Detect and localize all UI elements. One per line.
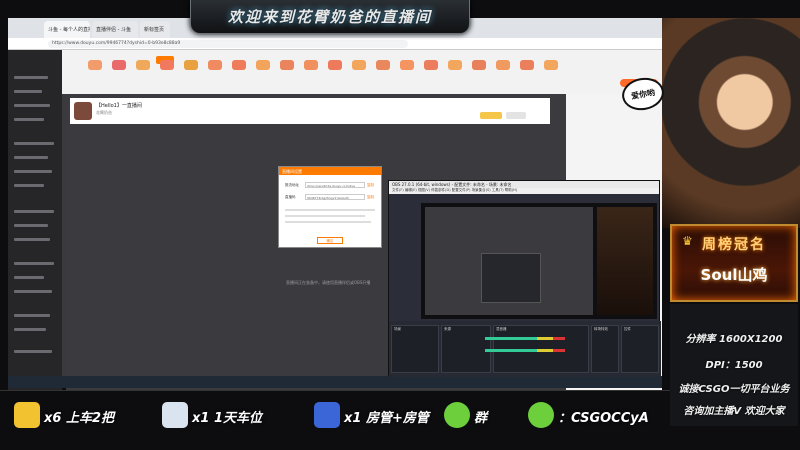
nav-icon[interactable] <box>328 60 342 70</box>
obs-menu[interactable]: 文件(F) 编辑(E) 视图(V) 停靠部件(D) 配置文件(P) 场景集合(S… <box>389 188 659 194</box>
stream-address-field[interactable]: rtmp://sendtc3a.douyu.com/live <box>305 182 365 188</box>
nav-icon[interactable] <box>232 60 246 70</box>
stream-address-label: 推流地址 <box>285 183 299 187</box>
nav-icon[interactable] <box>400 60 414 70</box>
site-navigation <box>8 50 662 94</box>
nav-icon[interactable] <box>304 60 318 70</box>
nav-icon[interactable] <box>544 60 558 70</box>
ticket-icon <box>14 402 40 428</box>
streamer-info: 分辨率 1600X1200 DPI：1500 诚接CSGO一切平台业务 咨询加主… <box>670 304 798 426</box>
copy-address-button[interactable]: 复制 <box>367 183 374 188</box>
room-header: 【Hello1】一直播间 花臂奶爸 <box>70 98 550 124</box>
reward-text: x1 房管+房管 <box>344 411 429 426</box>
room-action-button[interactable] <box>480 112 502 119</box>
weekly-sponsor-panel: ♛ 周榜冠名 Soul山鸡 <box>670 224 798 302</box>
windows-taskbar <box>8 376 662 388</box>
room-avatar[interactable] <box>74 102 92 120</box>
preview-avatar <box>597 207 653 315</box>
preview-obs-window <box>481 253 541 303</box>
bubble-text: 爱你哟 <box>630 87 656 102</box>
nav-icon[interactable] <box>520 60 534 70</box>
room-title: 【Hello1】一直播间 <box>96 103 142 109</box>
stream-code-label: 直播码 <box>285 195 296 199</box>
dpi-text: DPI：1500 <box>705 360 763 371</box>
browser-tab[interactable]: 斗鱼 - 每个人的直播平台 <box>44 21 90 38</box>
welcome-banner: 欢迎来到花臂奶爸的直播间 <box>190 0 470 34</box>
left-sidebar <box>8 50 62 390</box>
obs-preview <box>421 203 657 319</box>
reward-text: 群 <box>474 411 488 426</box>
nav-icon[interactable] <box>136 60 150 70</box>
nav-icon[interactable] <box>496 60 510 70</box>
nav-icon[interactable] <box>376 60 390 70</box>
room-subtitle: 花臂奶爸 <box>96 110 112 115</box>
contact-text: 咨询加主播V 欢迎大家 <box>683 406 785 417</box>
nav-icon[interactable] <box>160 60 174 70</box>
wechat-icon <box>444 402 470 428</box>
stream-overlay: 斗鱼 - 每个人的直播平台 直播伴侣 - 斗鱼 新标签页 https://www… <box>0 0 800 450</box>
address-bar: https://www.douyu.com/9946774?dyshid=0-b… <box>8 38 662 50</box>
audio-meter <box>485 349 565 352</box>
url-input[interactable]: https://www.douyu.com/9946774?dyshid=0-b… <box>48 40 408 48</box>
dialog-title: 直播间设置 <box>279 167 381 175</box>
nav-icon[interactable] <box>424 60 438 70</box>
nav-icon[interactable] <box>112 60 126 70</box>
stream-settings-dialog: 直播间设置 推流地址 rtmp://sendtc3a.douyu.com/liv… <box>278 166 382 248</box>
rocket-plane-icon <box>162 402 188 428</box>
sources-dock[interactable]: 来源 <box>441 325 491 373</box>
browser-tab[interactable]: 新标签页 <box>140 21 170 38</box>
reward-text: x1 1天车位 <box>192 411 263 426</box>
controls-dock[interactable]: 控件 <box>621 325 659 373</box>
nav-icon[interactable] <box>184 60 198 70</box>
nav-icon[interactable] <box>208 60 222 70</box>
wechat-icon <box>528 402 554 428</box>
obs-title: OBS 27.0.1 (64-bit, windows) - 配置文件: 未命名… <box>389 181 659 188</box>
nav-icon[interactable] <box>448 60 462 70</box>
banner-title: 欢迎来到花臂奶爸的直播间 <box>227 8 432 26</box>
business-text: 诚接CSGO一切平台业务 <box>678 384 790 395</box>
audio-meter <box>485 337 565 340</box>
reward-text: x6 上车2把 <box>44 411 115 426</box>
room-action-button[interactable] <box>506 112 526 119</box>
stream-code-field[interactable]: 9946774rkgzfmgv1?wsAuth <box>305 194 365 200</box>
wechat-id-text: ：CSGOCCyA <box>558 411 649 426</box>
scenes-dock[interactable]: 场景 <box>391 325 439 373</box>
sponsor-name: Soul山鸡 <box>700 266 768 284</box>
copy-code-button[interactable]: 复制 <box>367 195 374 200</box>
nav-icon[interactable] <box>88 60 102 70</box>
resolution-text: 分辨率 1600X1200 <box>685 334 783 345</box>
nav-icon[interactable] <box>472 60 486 70</box>
confirm-button[interactable]: 确定 <box>317 237 343 244</box>
obs-window: OBS 27.0.1 (64-bit, windows) - 配置文件: 未命名… <box>388 180 661 377</box>
sponsor-title: 周榜冠名 <box>702 237 766 253</box>
nav-icon[interactable] <box>352 60 366 70</box>
streamer-avatar <box>662 18 800 228</box>
transitions-dock[interactable]: 转场特效 <box>591 325 619 373</box>
nav-icon[interactable] <box>280 60 294 70</box>
browser-tab[interactable]: 直播伴侣 - 斗鱼 <box>92 21 138 38</box>
rocket-icon <box>314 402 340 428</box>
nav-icon[interactable] <box>256 60 270 70</box>
